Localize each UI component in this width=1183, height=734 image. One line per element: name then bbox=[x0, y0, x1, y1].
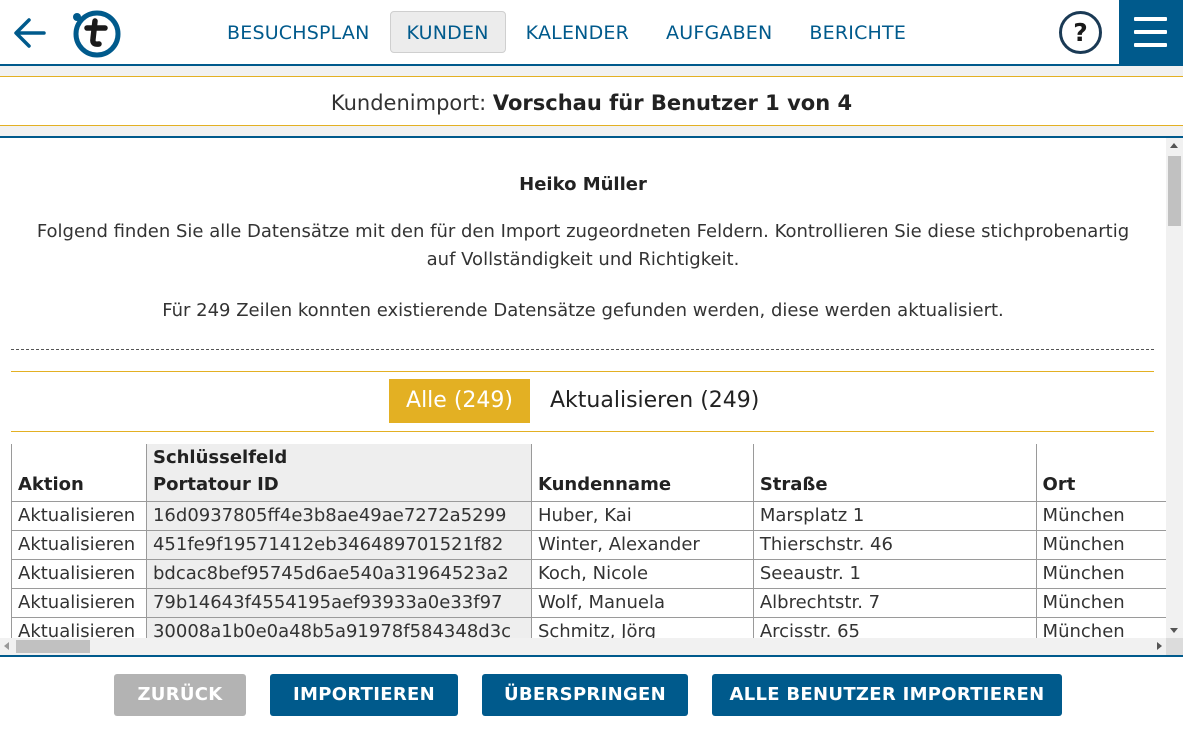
divider bbox=[0, 66, 1183, 76]
cell-action: Aktualisieren bbox=[11, 559, 147, 589]
cell-city: München bbox=[1035, 559, 1166, 589]
cell-action: Aktualisieren bbox=[11, 588, 147, 618]
skip-button[interactable]: ÜBERSPRINGEN bbox=[482, 674, 688, 716]
scrollbar-corner bbox=[1166, 638, 1183, 655]
cell-city: München bbox=[1035, 501, 1166, 531]
preview-content-area: Heiko Müller Folgend finden Sie alle Dat… bbox=[0, 138, 1166, 638]
back-arrow-icon[interactable] bbox=[10, 12, 52, 54]
cell-name: Winter, Alexander bbox=[531, 530, 754, 560]
cell-name: Huber, Kai bbox=[531, 501, 754, 531]
cell-street: Thierschstr. 46 bbox=[752, 530, 1037, 560]
horizontal-scroll-thumb[interactable] bbox=[16, 640, 90, 653]
top-navigation-bar: BESUCHSPLAN KUNDEN KALENDER AUFGABEN BER… bbox=[0, 0, 1183, 64]
cell-action: Aktualisieren bbox=[11, 501, 147, 531]
import-all-users-button[interactable]: ALLE BENUTZER IMPORTIEREN bbox=[712, 674, 1062, 716]
header-kundenname[interactable]: Kundenname bbox=[531, 444, 753, 502]
cell-street: Arcisstr. 65 bbox=[752, 617, 1037, 638]
cell-city: München bbox=[1035, 530, 1166, 560]
back-button[interactable]: ZURÜCK bbox=[114, 674, 246, 716]
table-row: Aktualisieren bdcac8bef95745d6ae540a3196… bbox=[11, 559, 1166, 589]
hamburger-menu-icon[interactable] bbox=[1119, 0, 1183, 64]
horizontal-scrollbar[interactable] bbox=[0, 638, 1166, 655]
cell-street: Albrechtstr. 7 bbox=[752, 588, 1037, 618]
header-strasse[interactable]: Straße bbox=[752, 444, 1037, 502]
filter-divider-top bbox=[11, 371, 1154, 372]
help-question-icon[interactable]: ? bbox=[1059, 11, 1102, 54]
import-button[interactable]: IMPORTIEREN bbox=[270, 674, 458, 716]
intro-text: Folgend finden Sie alle Datensätze mit d… bbox=[0, 218, 1166, 274]
cell-action: Aktualisieren bbox=[11, 617, 147, 638]
cell-id: 16d0937805ff4e3b8ae49ae7272a5299 bbox=[145, 501, 532, 531]
table-row: Aktualisieren 16d0937805ff4e3b8ae49ae727… bbox=[11, 501, 1166, 531]
cell-name: Schmitz, Jörg bbox=[531, 617, 754, 638]
scroll-down-icon[interactable] bbox=[1170, 628, 1178, 633]
tab-kunden[interactable]: KUNDEN bbox=[389, 11, 506, 53]
found-records-text: Für 249 Zeilen konnten existierende Date… bbox=[162, 300, 1004, 321]
header-aktion[interactable]: Aktion bbox=[11, 444, 147, 502]
scroll-up-icon[interactable] bbox=[1170, 143, 1178, 148]
cell-city: München bbox=[1035, 588, 1166, 618]
cell-city: München bbox=[1035, 617, 1166, 638]
dashed-divider bbox=[11, 349, 1154, 350]
main-nav: BESUCHSPLAN KUNDEN KALENDER AUFGABEN BER… bbox=[210, 11, 926, 53]
divider bbox=[0, 655, 1183, 657]
cell-id: bdcac8bef95745d6ae540a31964523a2 bbox=[145, 559, 532, 589]
tab-kalender[interactable]: KALENDER bbox=[509, 11, 646, 53]
table-row: Aktualisieren 451fe9f19571412eb346489701… bbox=[11, 530, 1166, 560]
header-key-field: Portatour ID bbox=[152, 474, 279, 495]
page-title: Kundenimport: Vorschau für Benutzer 1 vo… bbox=[0, 76, 1183, 126]
table-row: Aktualisieren 79b14643f4554195aef93933a0… bbox=[11, 588, 1166, 618]
header-ort[interactable]: Ort bbox=[1035, 444, 1166, 502]
page-title-prefix: Kundenimport: bbox=[330, 91, 487, 115]
filter-all-button[interactable]: Alle (249) bbox=[389, 379, 530, 423]
intro-line-1: Folgend finden Sie alle Datensätze mit d… bbox=[36, 221, 1130, 242]
filter-update-button[interactable]: Aktualisieren (249) bbox=[550, 379, 759, 423]
tab-berichte[interactable]: BERICHTE bbox=[792, 11, 923, 53]
tab-aufgaben[interactable]: AUFGABEN bbox=[649, 11, 789, 53]
table-header-row: Aktion Schlüsselfeld Portatour ID Kunden… bbox=[11, 444, 1166, 502]
divider bbox=[0, 126, 1183, 136]
cell-id: 30008a1b0e0a48b5a91978f584348d3c bbox=[145, 617, 532, 638]
vertical-scrollbar[interactable] bbox=[1166, 138, 1183, 638]
cell-name: Koch, Nicole bbox=[531, 559, 754, 589]
vertical-scroll-thumb[interactable] bbox=[1168, 156, 1181, 226]
filter-divider-bottom bbox=[11, 431, 1154, 432]
cell-street: Seeaustr. 1 bbox=[752, 559, 1037, 589]
cell-street: Marsplatz 1 bbox=[752, 501, 1037, 531]
cell-id: 79b14643f4554195aef93933a0e33f97 bbox=[145, 588, 532, 618]
tab-besuchsplan[interactable]: BESUCHSPLAN bbox=[210, 11, 387, 53]
import-preview-table: Aktion Schlüsselfeld Portatour ID Kunden… bbox=[11, 444, 1166, 638]
table-row: Aktualisieren 30008a1b0e0a48b5a91978f584… bbox=[11, 617, 1166, 638]
page-title-main: Vorschau für Benutzer 1 von 4 bbox=[492, 91, 853, 115]
scroll-left-icon[interactable] bbox=[4, 642, 9, 650]
app-logo[interactable] bbox=[68, 8, 122, 58]
intro-line-2: auf Vollständigkeit und Richtigkeit. bbox=[426, 249, 740, 270]
cell-action: Aktualisieren bbox=[11, 530, 147, 560]
scroll-right-icon[interactable] bbox=[1157, 642, 1162, 650]
header-schluesselfeld[interactable]: Schlüsselfeld Portatour ID bbox=[145, 444, 532, 502]
cell-id: 451fe9f19571412eb346489701521f82 bbox=[145, 530, 532, 560]
header-key-label: Schlüsselfeld bbox=[152, 447, 288, 468]
user-name-heading: Heiko Müller bbox=[519, 174, 647, 195]
cell-name: Wolf, Manuela bbox=[531, 588, 754, 618]
